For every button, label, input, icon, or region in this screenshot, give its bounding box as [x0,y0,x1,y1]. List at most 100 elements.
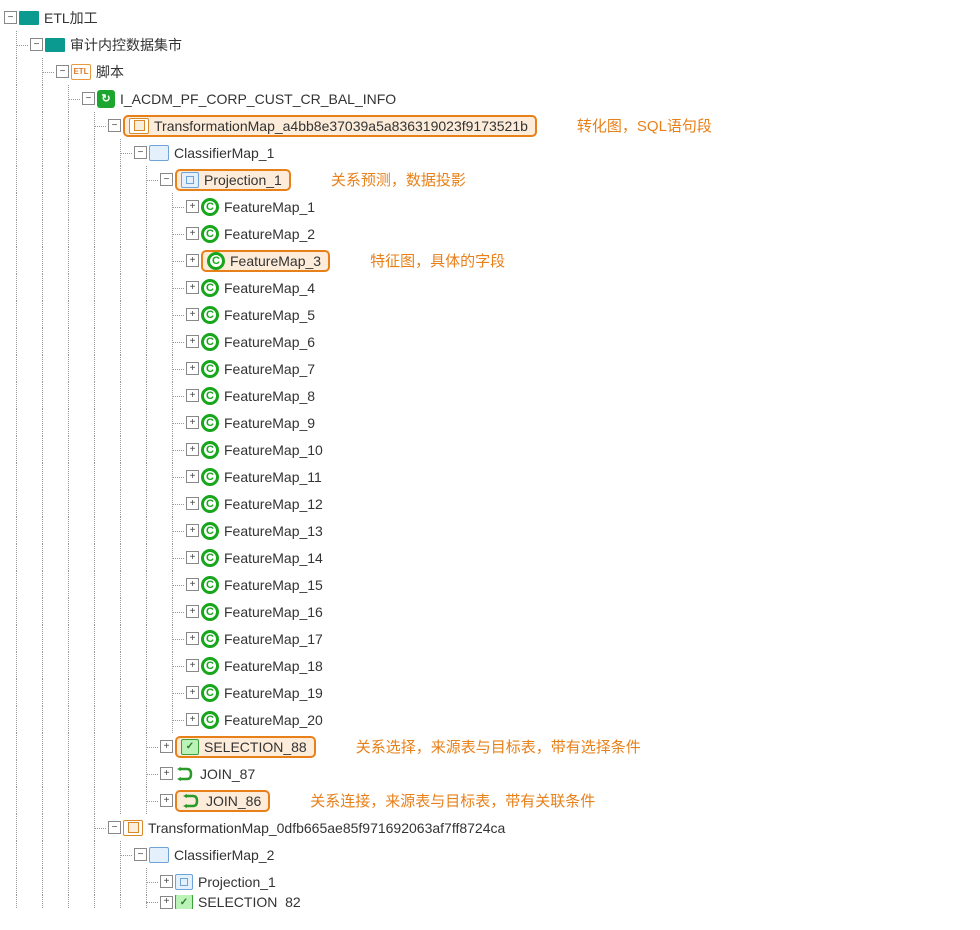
node-label: FeatureMap_17 [221,630,326,648]
tree-toggle[interactable]: + [186,227,199,240]
tree-toggle[interactable]: − [160,173,173,186]
tree-toggle[interactable]: + [186,281,199,294]
tree-toggle[interactable]: − [108,821,121,834]
tree-node-feature[interactable]: +FeatureMap_15 [4,571,976,598]
tree-toggle[interactable]: + [186,416,199,429]
tree-node-feature[interactable]: +FeatureMap_3特征图，具体的字段 [4,247,976,274]
feature-map-icon [201,711,219,729]
feature-map-icon [201,657,219,675]
tree-toggle[interactable]: + [186,362,199,375]
tree-toggle[interactable]: + [160,740,173,753]
folder-icon [45,38,65,52]
tree-toggle[interactable]: − [30,38,43,51]
tree-toggle[interactable]: − [4,11,17,24]
feature-map-icon [201,522,219,540]
tree-toggle[interactable]: − [108,119,121,132]
node-label: FeatureMap_14 [221,549,326,567]
tree-node-feature[interactable]: + FeatureMap_11 [4,463,976,490]
tree-toggle[interactable]: + [186,308,199,321]
tree-node-feature[interactable]: + FeatureMap_20 [4,706,976,733]
tree-toggle[interactable]: + [186,524,199,537]
tree-node-feature[interactable]: + FeatureMap_5 [4,301,976,328]
tree-node[interactable]: +JOIN_86关系连接，来源表与目标表，带有关联条件 [4,787,976,814]
tree-toggle[interactable]: + [186,551,199,564]
tree-node-feature[interactable]: +FeatureMap_7 [4,355,976,382]
node-label: FeatureMap_11 [221,468,325,486]
tree-toggle[interactable]: + [186,713,199,726]
tree-toggle[interactable]: + [160,767,173,780]
tree-node-feature[interactable]: + FeatureMap_14 [4,544,976,571]
tree-node[interactable]: + Projection_1 [4,868,976,895]
tree-toggle[interactable]: + [186,686,199,699]
node-label: FeatureMap_18 [221,657,326,675]
tree-toggle[interactable]: + [186,659,199,672]
feature-map-icon [201,306,219,324]
tree-toggle[interactable]: + [186,578,199,591]
node-label: ClassifierMap_2 [171,846,277,864]
tree-node-feature[interactable]: +FeatureMap_13 [4,517,976,544]
tree-node-feature[interactable]: +FeatureMap_8 [4,382,976,409]
tree-node[interactable]: −TransformationMap_0dfb665ae85f971692063… [4,814,976,841]
tree-toggle[interactable]: + [186,335,199,348]
node-label: FeatureMap_10 [221,441,326,459]
tree-node[interactable]: − ClassifierMap_2 [4,841,976,868]
tree-node-feature[interactable]: +FeatureMap_16 [4,598,976,625]
tree-toggle[interactable]: + [160,794,173,807]
tree-node-feature[interactable]: +FeatureMap_2 [4,220,976,247]
tree-node-root[interactable]: − ETL加工 [4,4,976,31]
feature-map-icon [201,360,219,378]
tree-toggle[interactable]: + [160,896,173,909]
tree-node[interactable]: +JOIN_87 [4,760,976,787]
tree-node-feature[interactable]: + FeatureMap_19 [4,679,976,706]
feature-map-icon [201,630,219,648]
tree-toggle[interactable]: − [134,146,147,159]
node-label: Projection_1 [201,171,285,189]
tree-node[interactable]: − 审计内控数据集市 [4,31,976,58]
tree-toggle[interactable]: + [186,200,199,213]
tree-node-feature[interactable]: +FeatureMap_9 [4,409,976,436]
tree-node-feature[interactable]: +FeatureMap_6 [4,328,976,355]
tree-node-feature[interactable]: + FeatureMap_12 [4,490,976,517]
node-label: FeatureMap_12 [221,495,326,513]
tree-node[interactable]: −ETL脚本 [4,58,976,85]
tree-toggle[interactable]: + [186,443,199,456]
selection-icon [175,895,193,909]
refresh-icon [97,90,115,108]
annotation-label: 特征图，具体的字段 [370,250,505,271]
feature-map-icon [201,279,219,297]
tree-node-feature[interactable]: + FeatureMap_17 [4,625,976,652]
tree-node-feature[interactable]: + FeatureMap_18 [4,652,976,679]
tree-node[interactable]: −Projection_1关系预测，数据投影 [4,166,976,193]
feature-map-icon [201,333,219,351]
node-label: FeatureMap_5 [221,306,318,324]
tree-node[interactable]: −I_ACDM_PF_CORP_CUST_CR_BAL_INFO [4,85,976,112]
tree-toggle[interactable]: + [186,254,199,267]
tree-view[interactable]: − ETL加工 − 审计内控数据集市−ETL脚本−I_ACDM_PF_CORP_CUS… [4,4,976,909]
tree-node-feature[interactable]: + FeatureMap_10 [4,436,976,463]
node-label: FeatureMap_20 [221,711,326,729]
tree-toggle[interactable]: + [186,389,199,402]
tree-toggle[interactable]: − [82,92,95,105]
tree-node[interactable]: −TransformationMap_a4bb8e37039a5a8363190… [4,112,976,139]
feature-map-icon [201,684,219,702]
node-label: 审计内控数据集市 [67,34,185,56]
tree-node-feature[interactable]: +FeatureMap_1 [4,193,976,220]
map-icon [123,820,143,836]
feature-map-icon [201,414,219,432]
tree-node[interactable]: −ClassifierMap_1 [4,139,976,166]
node-label: Projection_1 [195,873,279,891]
classifier-icon [149,847,169,863]
tree-toggle[interactable]: + [186,470,199,483]
tree-toggle[interactable]: + [186,632,199,645]
tree-toggle[interactable]: + [160,875,173,888]
tree-toggle[interactable]: − [134,848,147,861]
tree-toggle[interactable]: + [186,605,199,618]
tree-node-feature[interactable]: +FeatureMap_4 [4,274,976,301]
node-label: ETL加工 [41,7,101,29]
tree-toggle[interactable]: + [186,497,199,510]
tree-node-cut[interactable]: +SELECTION_82 [4,895,976,909]
tree-node[interactable]: +SELECTION_88关系选择，来源表与目标表，带有选择条件 [4,733,976,760]
node-label: FeatureMap_19 [221,684,326,702]
feature-map-icon [201,549,219,567]
tree-toggle[interactable]: − [56,65,69,78]
